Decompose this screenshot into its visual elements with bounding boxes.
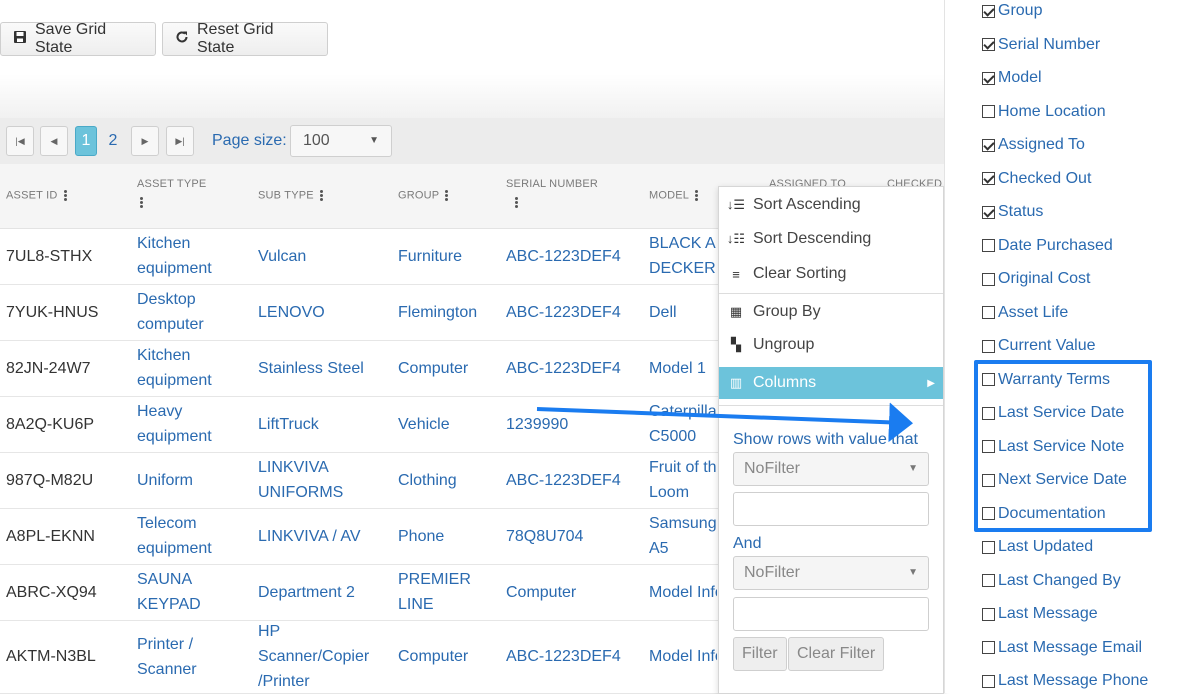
annotation-arrow-icon bbox=[536, 402, 913, 443]
